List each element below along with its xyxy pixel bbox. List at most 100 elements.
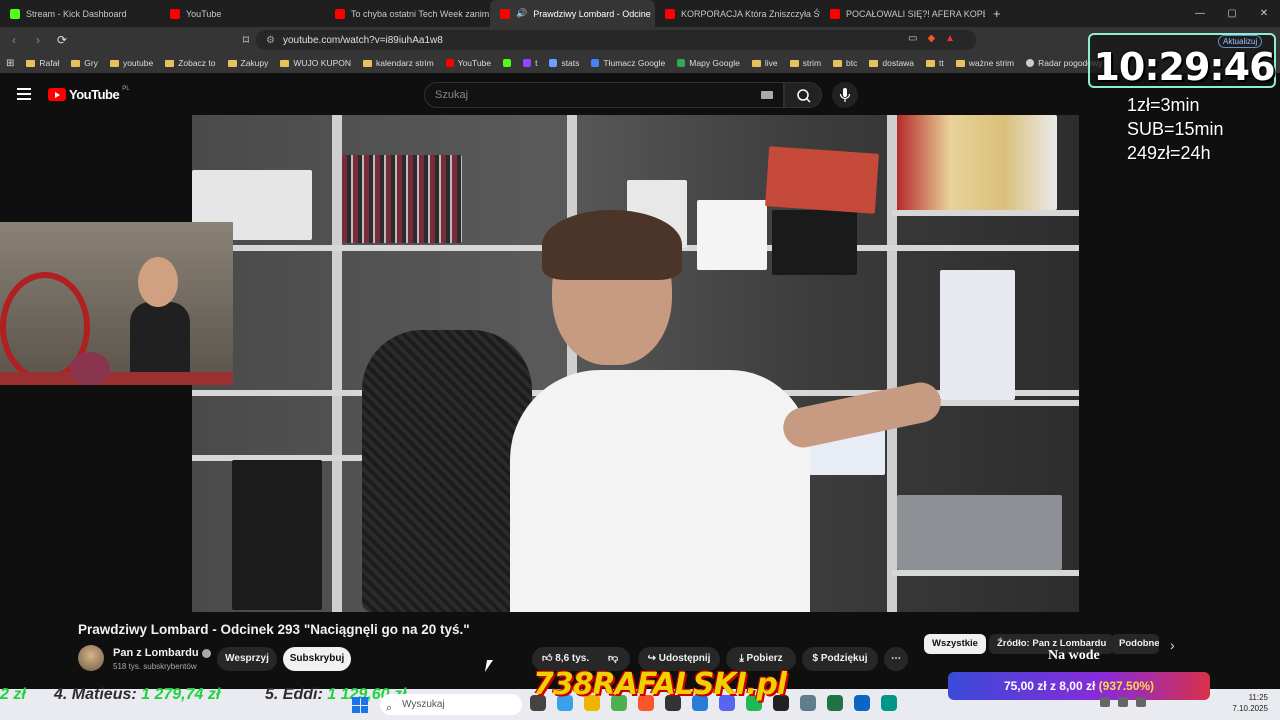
tray-icon[interactable] [1100, 697, 1110, 707]
bookmark-icon[interactable]: ⌑ [236, 33, 256, 47]
bookmark-label: t [535, 58, 538, 68]
search-input[interactable]: Szukaj [424, 82, 784, 108]
forward-icon[interactable]: › [28, 33, 48, 47]
brave-shield-icon[interactable]: ◆ [927, 33, 935, 44]
tab-youtube[interactable]: YouTube [160, 0, 325, 27]
system-tray [1100, 697, 1146, 707]
speaker-icon[interactable]: 🔊 [516, 8, 527, 19]
keyboard-icon[interactable] [761, 91, 773, 99]
chip-all[interactable]: Wszystkie [924, 634, 986, 654]
new-tab-button[interactable]: + [985, 6, 1009, 21]
thumbs-down-icon: 👎︎ [608, 653, 619, 664]
search-button[interactable] [784, 82, 822, 108]
youtube-logo[interactable]: YouTube PL [48, 86, 130, 102]
kick-icon [503, 59, 512, 67]
app-icon[interactable] [854, 695, 870, 711]
bookmark-label: btc [846, 58, 858, 68]
cast-icon[interactable]: ▭ [908, 33, 917, 44]
bookmark-label: Zakupy [240, 58, 269, 68]
folder-icon [926, 59, 936, 67]
subscribe-button[interactable]: Subskrybuj [283, 647, 351, 671]
donation-goal-bar: 75,00 zł z 8,00 zł (937.50%) [948, 672, 1210, 700]
video-player[interactable] [192, 115, 1079, 612]
reload-icon[interactable]: ⟳ [52, 33, 72, 47]
laptops [897, 495, 1062, 570]
bookmark-link[interactable]: Mapy Google [677, 58, 740, 68]
bookmark-label: kalendarz strim [376, 58, 434, 68]
leaderboard-name: 4. Matieus: [54, 686, 137, 703]
browser-tab-bar: Stream - Kick Dashboard YouTube To chyba… [0, 0, 1280, 27]
bookmark-folder[interactable]: strim [789, 58, 821, 68]
brave-rewards-icon[interactable]: ▲ [945, 33, 955, 44]
tab-tech-week[interactable]: To chyba ostatni Tech Week zanim ni [325, 0, 490, 27]
tab-kick-dashboard[interactable]: Stream - Kick Dashboard [0, 0, 160, 27]
bookmark-folder[interactable]: btc [833, 58, 857, 68]
bookmark-link[interactable] [503, 59, 512, 67]
bookmark-label: Rafał [39, 58, 60, 68]
bookmark-label: Mapy Google [689, 58, 740, 68]
taskbar-clock[interactable]: 11:25 7.10.2025 [1226, 692, 1268, 714]
bookmark-folder[interactable]: kalendarz strim [363, 58, 434, 68]
menu-icon[interactable] [17, 88, 31, 100]
chip-related[interactable]: Podobne [1111, 634, 1159, 654]
apps-icon[interactable]: ⊞ [6, 58, 14, 69]
folder-icon [363, 59, 373, 67]
wifi-icon[interactable] [1118, 697, 1128, 707]
address-bar-icons: ▭ ◆ ▲ [908, 33, 955, 44]
bookmark-folder[interactable]: Gry [71, 58, 98, 68]
close-window-button[interactable]: ✕ [1248, 0, 1280, 27]
tab-korporacja[interactable]: KORPORACJA Która Zniszczyła Świat [655, 0, 820, 27]
bookmark-folder[interactable]: Zobacz to [165, 58, 216, 68]
channel-name[interactable]: Pan z Lombardu [113, 647, 211, 659]
bookmark-link[interactable]: YouTube [445, 58, 492, 68]
bookmark-folder[interactable]: WUJO KUPON [280, 58, 351, 68]
tab-pocalowali[interactable]: POCAŁOWALI SIĘ?! AFERA KOPERKO [820, 0, 985, 27]
bookmark-link[interactable]: Tłumacz Google [591, 58, 665, 68]
bookmark-folder[interactable]: Rafał [26, 58, 59, 68]
bookmark-folder[interactable]: Zakupy [227, 58, 269, 68]
kick-icon [10, 8, 20, 19]
chevron-right-icon[interactable]: › [1170, 637, 1175, 653]
shelf [892, 210, 1079, 216]
bookmark-link[interactable]: t [523, 58, 537, 68]
channel-avatar[interactable] [78, 645, 104, 671]
app-icon[interactable] [881, 695, 897, 711]
voice-search-button[interactable] [832, 82, 858, 108]
excel-icon[interactable] [827, 695, 843, 711]
folder-icon [280, 59, 290, 67]
bookmark-folder[interactable]: youtube [109, 58, 153, 68]
like-button[interactable]: 👍︎ 8,6 tys. [542, 653, 589, 664]
rate-line: SUB=15min [1127, 119, 1224, 139]
microphone-icon [839, 88, 851, 102]
maximize-button[interactable]: ▢ [1216, 0, 1248, 27]
leaderboard-amount: 2 zł [0, 686, 26, 703]
calculator-icon[interactable] [800, 695, 816, 711]
search-placeholder: Szukaj [435, 89, 469, 101]
maps-icon [677, 59, 686, 67]
tab-label: Prawdziwy Lombard - Odcine [533, 8, 651, 19]
bookmark-folder[interactable]: ważne strim [955, 58, 1014, 68]
leaderboard-name: 5. Eddi: [265, 686, 323, 703]
support-button[interactable]: Wesprzyj [217, 647, 277, 671]
more-actions-button[interactable]: ⋯ [884, 647, 908, 671]
taskbar-search[interactable]: ⌕ Wyszukaj [380, 694, 522, 715]
donation-percent: (937.50%) [1098, 679, 1155, 693]
volume-icon[interactable] [1136, 697, 1146, 707]
bookmark-label: YouTube [457, 58, 492, 68]
tab-prawdziwy-lombard[interactable]: 🔊 Prawdziwy Lombard - Odcine ✕ [490, 0, 655, 27]
bookmark-folder[interactable]: dostawa [869, 58, 914, 68]
folder-icon [955, 59, 965, 67]
product-box [697, 200, 767, 270]
search-icon: ⌕ [386, 702, 393, 714]
bookmark-folder[interactable]: live [751, 58, 778, 68]
minimize-button[interactable]: — [1184, 0, 1216, 27]
thumbs-up-icon: 👍︎ [542, 653, 553, 664]
bookmark-folder[interactable]: tt [926, 58, 944, 68]
windows-start-icon[interactable] [352, 697, 368, 713]
back-icon[interactable]: ‹ [4, 33, 24, 47]
update-button[interactable]: Aktualizuj [1218, 35, 1263, 48]
site-info-icon[interactable]: ⚙ [266, 35, 275, 46]
thanks-button[interactable]: $ Podziękuj [802, 647, 878, 671]
url-bar[interactable]: ⚙ youtube.com/watch?v=i89iuhAa1w8 [256, 30, 976, 50]
bookmark-link[interactable]: stats [549, 58, 579, 68]
